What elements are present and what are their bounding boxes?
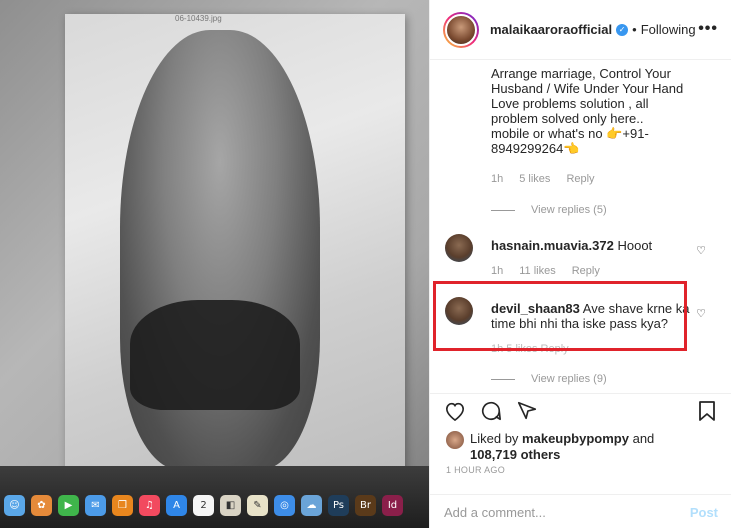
post-photo[interactable]: 06-10439.jpg ☺ ✿ ▶ ✉ ❒ ♫ A 2 ◧ ✎ ◎ ☁ Ps Br Id — [0, 0, 429, 528]
calendar-icon[interactable]: 2 — [193, 495, 214, 516]
appstore-icon[interactable]: A — [166, 495, 187, 516]
add-comment-bar: Post — [430, 494, 731, 528]
comment-likes[interactable]: 5 likes — [519, 173, 550, 185]
replies-divider — [491, 378, 515, 380]
header-separator: • — [632, 22, 637, 37]
comment-like-icon[interactable]: ♡ — [696, 307, 706, 320]
notes-icon[interactable]: ✎ — [247, 495, 268, 516]
comments-list[interactable]: Arrange marriage, Control Your Husband /… — [430, 61, 731, 392]
highlight-box — [433, 281, 687, 351]
photo-filename: 06-10439.jpg — [175, 14, 222, 23]
comment-text: hasnain.muavia.372 Hooot — [491, 238, 697, 253]
cloud-icon[interactable]: ☁ — [301, 495, 322, 516]
reply-button[interactable]: Reply — [572, 265, 600, 277]
comment-likes[interactable]: 11 likes — [519, 265, 555, 277]
share-icon[interactable] — [516, 400, 538, 422]
likes-summary: Liked by makeupbypompy and 108,719 other… — [446, 431, 654, 463]
likes-text: Liked by makeupbypompy and 108,719 other… — [470, 431, 655, 463]
photo-subject-clothing — [130, 300, 300, 410]
photoshop-icon[interactable]: Ps — [328, 495, 349, 516]
profile-username[interactable]: malaikaaroraofficial — [490, 22, 612, 37]
comment-bubble-icon[interactable] — [480, 400, 502, 422]
reply-button[interactable]: Reply — [566, 173, 594, 185]
comment-time: 1h — [491, 265, 504, 277]
more-options-icon[interactable]: ••• — [698, 20, 718, 38]
replies-divider — [491, 209, 515, 211]
comment-body: Hooot — [617, 238, 653, 253]
following-button[interactable]: Following — [641, 22, 696, 37]
comment-time: 1h — [491, 173, 504, 185]
liker-username[interactable]: makeupbypompy — [522, 431, 629, 446]
action-buttons — [444, 400, 538, 422]
liker-avatar[interactable] — [446, 431, 464, 449]
indesign-icon[interactable]: Id — [382, 495, 403, 516]
post-actions: Liked by makeupbypompy and 108,719 other… — [430, 393, 731, 528]
music-icon[interactable]: ♫ — [139, 495, 160, 516]
view-replies-button[interactable]: View replies (9) — [491, 373, 607, 385]
post-panel: malaikaaroraofficial ✓ • Following ••• A… — [429, 0, 731, 528]
comment-like-icon[interactable]: ♡ — [696, 244, 706, 257]
books-icon[interactable]: ❒ — [112, 495, 133, 516]
comment-input[interactable] — [444, 504, 690, 520]
likes-count-button[interactable]: 108,719 others — [470, 447, 654, 463]
commenter-username[interactable]: hasnain.muavia.372 — [491, 238, 614, 253]
commenter-avatar[interactable] — [445, 234, 473, 262]
finder-icon[interactable]: ☺ — [4, 495, 25, 516]
verified-badge-icon: ✓ — [616, 23, 629, 36]
profile-avatar[interactable] — [443, 11, 479, 48]
dock-icons: ☺ ✿ ▶ ✉ ❒ ♫ A 2 ◧ ✎ ◎ ☁ Ps Br Id — [4, 495, 403, 516]
like-heart-icon[interactable] — [444, 400, 466, 422]
view-replies-button[interactable]: View replies (5) — [491, 204, 607, 216]
post-header: malaikaaroraofficial ✓ • Following ••• — [430, 0, 731, 60]
comment-text: Arrange marriage, Control Your Husband /… — [491, 66, 684, 156]
post-timestamp: 1 HOUR AGO — [446, 465, 506, 475]
photos-icon[interactable]: ✿ — [31, 495, 52, 516]
preview-icon[interactable]: ◧ — [220, 495, 241, 516]
facetime-icon[interactable]: ▶ — [58, 495, 79, 516]
comment-meta: 1h 5 likes Reply — [491, 173, 595, 185]
bookmark-icon[interactable] — [696, 400, 718, 422]
safari-icon[interactable]: ◎ — [274, 495, 295, 516]
messages-icon[interactable]: ✉ — [85, 495, 106, 516]
mac-dock: ☺ ✿ ▶ ✉ ❒ ♫ A 2 ◧ ✎ ◎ ☁ Ps Br Id — [0, 466, 429, 528]
post-comment-button[interactable]: Post — [690, 505, 718, 520]
bridge-icon[interactable]: Br — [355, 495, 376, 516]
comment-meta: 1h 11 likes Reply — [491, 265, 600, 277]
